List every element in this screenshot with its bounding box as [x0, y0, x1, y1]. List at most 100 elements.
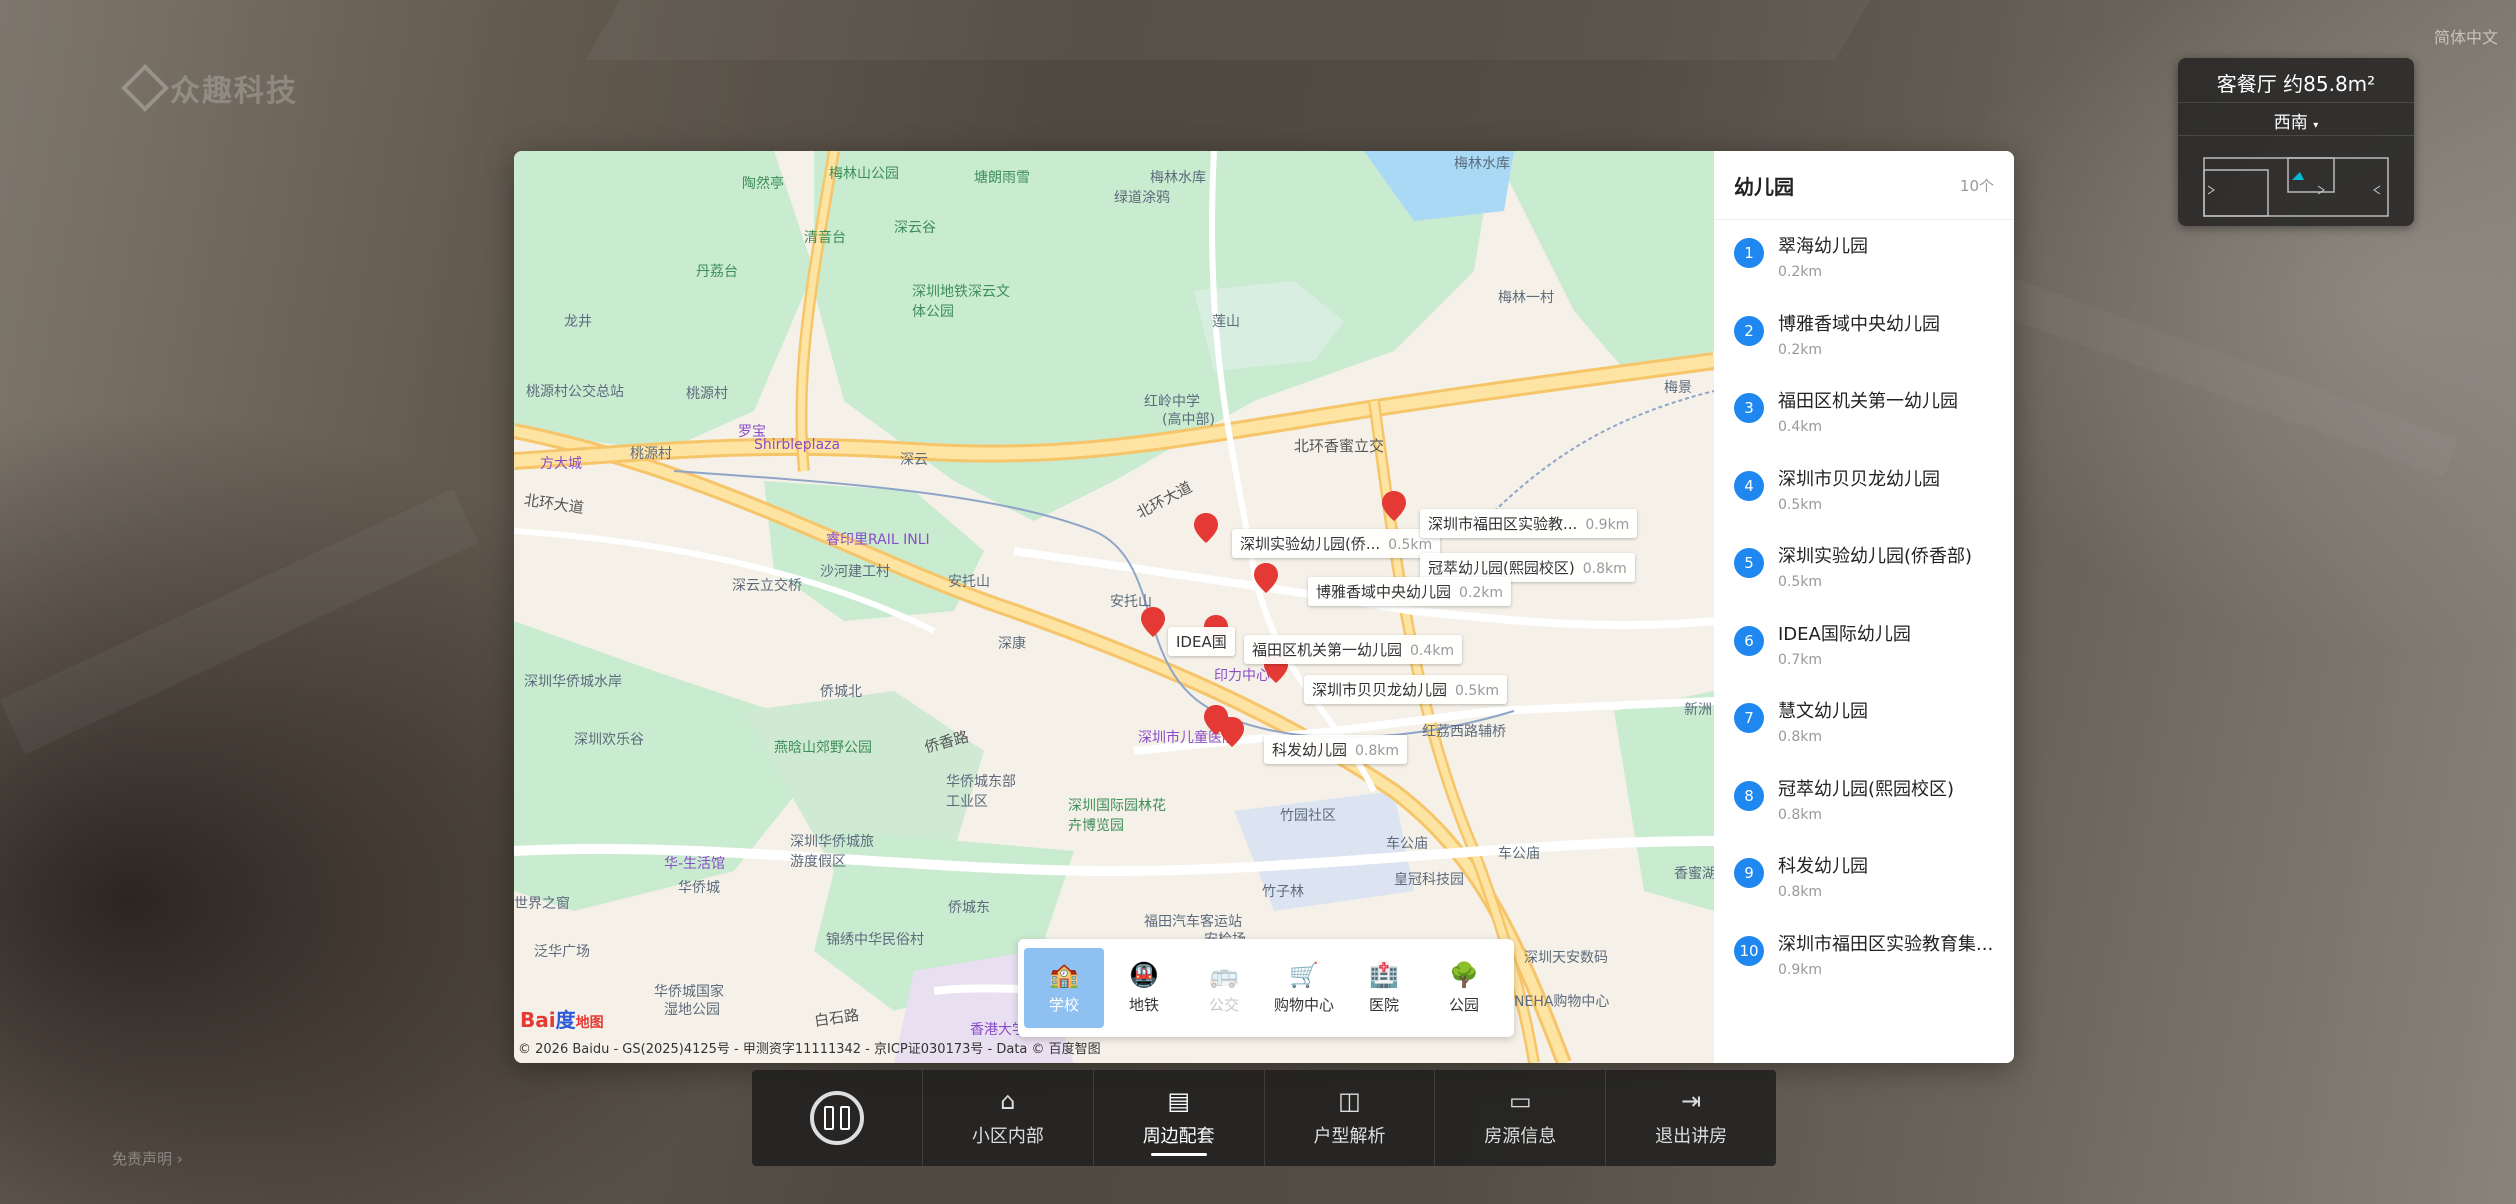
map-view[interactable]: 陶然亭 梅林山公园 塘朗雨雪 梅林水库 绿道涂鸦 梅林水库 清音台 深云谷 丹荔…	[514, 151, 1716, 1063]
map-label: 塘朗雨雪	[974, 170, 1030, 186]
poi-rank-badge: 10	[1734, 935, 1764, 966]
poi-text: 深圳市贝贝龙幼儿园 0.5km	[1778, 465, 2008, 513]
map-poi-tag[interactable]: IDEA国	[1168, 627, 1235, 656]
poi-list-item[interactable]: 6 IDEA国际幼儿园 0.7km	[1714, 608, 2014, 686]
floorplan-analysis-button[interactable]: ◫ 户型解析	[1265, 1070, 1436, 1166]
map-label: 桃源村公交总站	[526, 384, 624, 400]
poi-name: 深圳市贝贝龙幼儿园	[1778, 468, 1940, 490]
category-bar: 🏫 学校 🚇 地铁 🚌 公交 🛒 购物中心 🏥 医院 🌳 公园	[1018, 939, 1514, 1037]
poi-distance: 0.8km	[1778, 884, 1823, 900]
poi-text: 深圳市福田区实验教育集... 0.9km	[1778, 930, 2008, 978]
map-label: 梅林一村	[1498, 290, 1554, 306]
map-label: 香蜜湖	[1674, 866, 1716, 882]
map-poi-tag[interactable]: 福田区机关第一幼儿园 0.4km	[1244, 635, 1463, 664]
map-label: 燕晗山郊野公园	[774, 740, 872, 756]
map-label: 深圳华侨城旅游度假区	[790, 834, 874, 870]
poi-list-item[interactable]: 5 深圳实验幼儿园(侨香部) 0.5km	[1714, 530, 2014, 608]
poi-list-item[interactable]: 3 福田区机关第一幼儿园 0.4km	[1714, 375, 2014, 453]
poi-rank-badge: 1	[1734, 238, 1764, 268]
map-label: 侨城东	[948, 900, 990, 916]
map-label: 深圳地铁深云文体公园	[912, 284, 1010, 320]
map-label: 沙河建工村	[820, 564, 890, 580]
poi-distance: 0.2km	[1778, 341, 1823, 358]
map-label: 睿印里RAIL INLI	[826, 532, 930, 548]
map-poi-tag[interactable]: 深圳实验幼儿园(侨... 0.5km	[1232, 529, 1441, 558]
poi-distance: 0.5km	[1778, 574, 1823, 590]
poi-name: 福田区机关第一幼儿园	[1778, 391, 1958, 412]
map-label: 梅林山公园	[829, 166, 899, 182]
poi-name: 深圳市福田区实验教育集...	[1778, 933, 1994, 955]
poi-rank-badge: 8	[1734, 780, 1764, 811]
category-metro[interactable]: 🚇 地铁	[1104, 948, 1184, 1028]
exit-tour-button[interactable]: ⇥ 退出讲房	[1606, 1070, 1776, 1166]
map-label: 深圳天安数码	[1524, 950, 1608, 966]
language-switch[interactable]: 简体中文	[2434, 24, 2498, 48]
poi-list-item[interactable]: 1 翠海幼儿园 0.2km	[1714, 220, 2014, 298]
disclaimer-link[interactable]: 免责声明 ›	[112, 1148, 183, 1169]
map-label: 印力中心	[1214, 668, 1270, 684]
poi-list-item[interactable]: 4 深圳市贝贝龙幼儿园 0.5km	[1714, 453, 2014, 531]
category-park[interactable]: 🌳 公园	[1424, 948, 1504, 1028]
map-label: 丹荔台	[696, 264, 738, 280]
category-hospital[interactable]: 🏥 医院	[1344, 948, 1424, 1028]
map-pin[interactable]	[1382, 491, 1406, 521]
hospital-icon: 🏥	[1369, 960, 1399, 989]
map-poi-tag[interactable]: 深圳市贝贝龙幼儿园 0.5km	[1304, 675, 1508, 704]
building-icon: ▤	[1167, 1087, 1191, 1115]
map-label: NEHA购物中心	[1514, 994, 1610, 1010]
map-label: 桃源村	[686, 386, 728, 402]
pause-icon	[810, 1091, 864, 1145]
poi-list-item[interactable]: 7 慧文幼儿园 0.8km	[1714, 685, 2014, 763]
listing-info-button[interactable]: ▭ 房源信息	[1435, 1070, 1607, 1166]
poi-list-item[interactable]: 2 博雅香域中央幼儿园 0.2km	[1714, 298, 2014, 376]
map-label: 北环香蜜立交	[1294, 437, 1385, 455]
category-shopping[interactable]: 🛒 购物中心	[1264, 948, 1344, 1028]
poi-name: 深圳实验幼儿园(侨香部)	[1778, 546, 1973, 567]
poi-rank-badge: 5	[1734, 548, 1764, 578]
brand-mark-icon	[120, 63, 170, 113]
map-label: 梅景	[1664, 380, 1692, 396]
poi-list-item[interactable]: 8 冠萃幼儿园(熙园校区) 0.8km	[1714, 763, 2014, 841]
surroundings-modal: 陶然亭 梅林山公园 塘朗雨雪 梅林水库 绿道涂鸦 梅林水库 清音台 深云谷 丹荔…	[514, 151, 2014, 1063]
poi-rank-badge: 9	[1734, 858, 1764, 888]
poi-text: 冠萃幼儿园(熙园校区) 0.8km	[1778, 775, 2008, 823]
category-bus[interactable]: 🚌 公交	[1184, 948, 1264, 1028]
floorplan-thumbnail	[2203, 157, 2389, 217]
map-label: 深康	[998, 636, 1026, 652]
map-pin[interactable]	[1254, 563, 1278, 593]
surroundings-button[interactable]: ▤ 周边配套	[1094, 1070, 1265, 1166]
map-pin[interactable]	[1194, 513, 1218, 543]
minimap[interactable]: 客餐厅 约85.8m² 西南 ▾	[2178, 58, 2414, 226]
poi-list-item[interactable]: 10 深圳市福田区实验教育集... 0.9km	[1714, 918, 2014, 996]
category-school[interactable]: 🏫 学校	[1024, 948, 1104, 1028]
map-label: 竹园社区	[1280, 808, 1336, 824]
map-label: 车公庙	[1386, 836, 1428, 852]
metro-icon: 🚇	[1129, 960, 1159, 989]
community-interior-button[interactable]: ⌂ 小区内部	[923, 1070, 1094, 1166]
map-pin[interactable]	[1141, 607, 1165, 637]
poi-text: 科发幼儿园 0.8km	[1778, 852, 2008, 900]
map-pin[interactable]	[1220, 717, 1244, 747]
house-icon: ⌂	[1000, 1087, 1016, 1115]
poi-text: 深圳实验幼儿园(侨香部) 0.5km	[1778, 542, 2008, 590]
map-poi-tag[interactable]: 深圳市福田区实验教... 0.9km	[1420, 509, 1638, 538]
map-label: 湿地公园	[664, 1002, 720, 1018]
poi-list-header: 幼儿园 10个	[1714, 151, 2014, 220]
poi-distance: 0.4km	[1778, 419, 1823, 435]
orientation-selector[interactable]: 西南 ▾	[2178, 102, 2414, 136]
poi-distance: 0.7km	[1778, 651, 1823, 668]
poi-list-item[interactable]: 9 科发幼儿园 0.8km	[1714, 840, 2014, 918]
map-poi-tag[interactable]: 博雅香域中央幼儿园 0.2km	[1308, 577, 1512, 606]
map-label: 世界之窗	[514, 896, 570, 912]
map-label: 桃源村	[630, 446, 672, 462]
map-label: 深云谷	[894, 220, 936, 236]
map-label: 深圳国际园林花卉博览园	[1068, 798, 1166, 834]
bottom-toolbar: ⌂ 小区内部 ▤ 周边配套 ◫ 户型解析 ▭ 房源信息 ⇥ 退出讲房	[752, 1070, 1776, 1166]
pause-button[interactable]	[752, 1070, 923, 1166]
baidu-logo: Bai度地图	[520, 1008, 604, 1032]
map-poi-tag[interactable]: 科发幼儿园 0.8km	[1264, 735, 1408, 764]
poi-text: IDEA国际幼儿园 0.7km	[1778, 620, 2008, 668]
chevron-right-icon: ›	[176, 1150, 183, 1168]
poi-list-title: 幼儿园	[1734, 174, 1794, 199]
poi-text: 慧文幼儿园 0.8km	[1778, 697, 2008, 745]
